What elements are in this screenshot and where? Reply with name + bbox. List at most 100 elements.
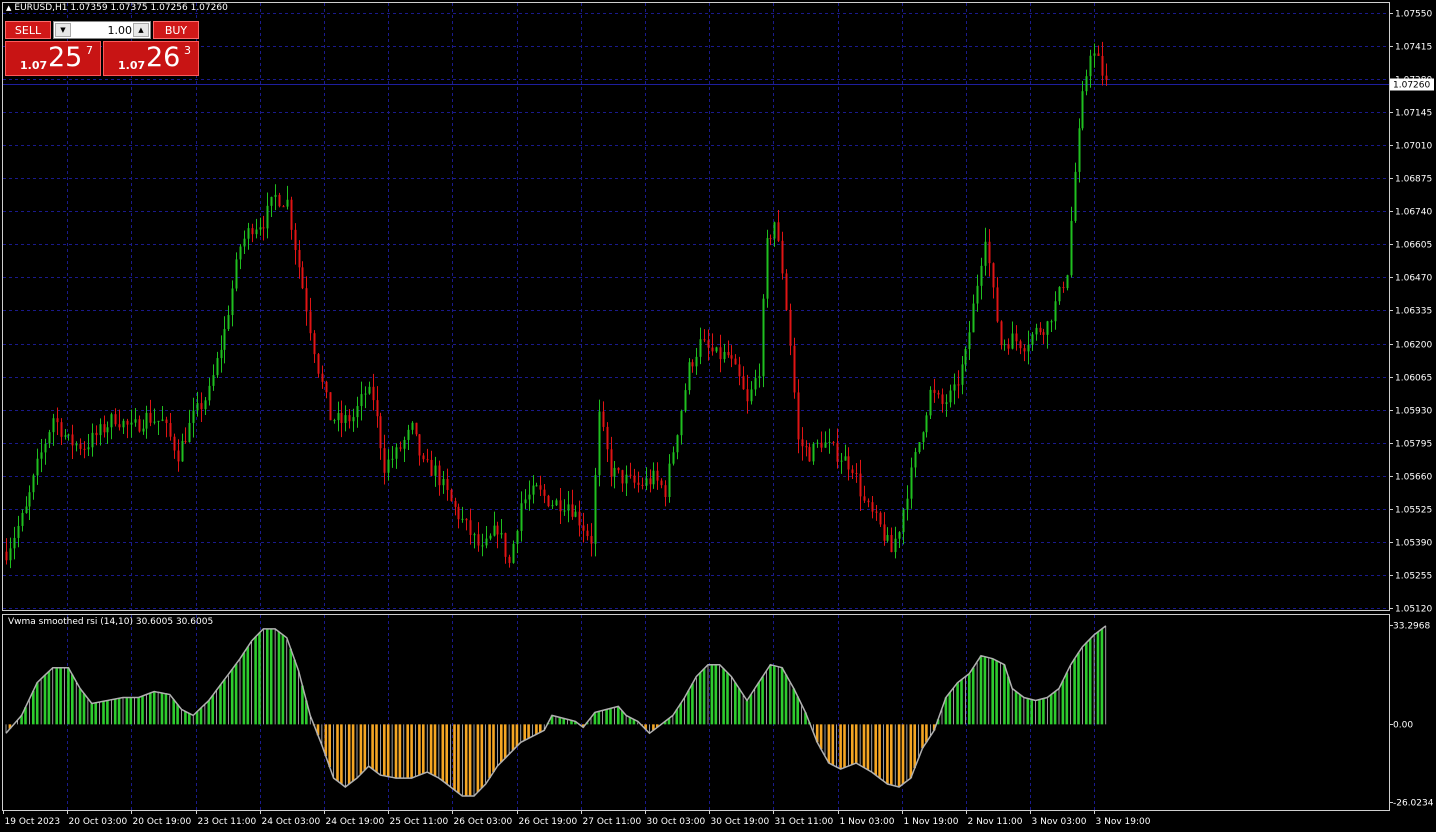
candle-body [114,414,117,425]
candle-body [898,532,901,539]
candle-body [309,311,312,334]
candle-body [465,518,468,521]
candle-body [461,518,464,520]
indicator-title: Vwma smoothed rsi (14,10) 30.6005 30.600… [8,617,214,627]
candle-body [727,351,730,356]
candle-body [1003,344,1006,346]
buy-button[interactable]: BUY [153,21,199,39]
candle-body [220,349,223,359]
candle-body [1027,344,1030,352]
candle-body [266,205,269,229]
candle-body [574,511,577,517]
price-axis-label: 1.05930 [1395,407,1432,417]
lot-size-input[interactable] [72,23,132,37]
candle-body [262,227,265,229]
candle-body [699,339,702,357]
time-axis-label: 24 Oct 03:00 [262,817,321,827]
candle-body [918,442,921,452]
candle-body [769,238,772,240]
candle-body [801,439,804,447]
candle-body [1054,301,1057,322]
candle-body [645,478,648,486]
candle-body [929,389,932,416]
candle-body [742,376,745,390]
candle-body [75,443,78,446]
time-axis-label: 27 Oct 11:00 [583,817,642,827]
price-axis-label: 1.07145 [1395,109,1432,119]
candle-body [379,416,382,449]
candle-body [1000,321,1003,346]
candle-body [149,412,152,423]
candle-body [489,535,492,539]
candle-body [797,392,800,440]
candle-body [1042,332,1045,335]
candle-body [313,333,316,355]
candle-body [79,443,82,449]
time-axis-label: 31 Oct 11:00 [775,817,834,827]
candle-body [255,229,258,235]
price-axis-label: 1.05120 [1395,605,1432,615]
candle-body [153,421,156,423]
candle-body [711,347,714,352]
candle-body [1046,321,1049,335]
time-axis-label: 30 Oct 19:00 [711,817,770,827]
candle-body [64,435,67,437]
lot-size-stepper: ▼ ▲ [53,21,151,39]
candle-body [871,502,874,512]
candle-body [372,386,375,401]
chevron-up-icon[interactable]: ▲ [133,23,149,37]
candle-body [953,384,956,391]
candle-body [1101,55,1104,76]
buy-price-box[interactable]: 1.07 26 3 [103,41,199,76]
candle-body [216,358,219,376]
candle-body [1089,55,1092,77]
candle-body [996,287,999,322]
candle-body [762,298,765,377]
price-axis-label: 1.06740 [1395,208,1432,218]
candle-body [13,537,16,549]
candle-body [106,427,109,433]
candle-body [629,474,632,476]
candle-body [403,439,406,449]
candle-body [672,452,675,464]
candle-body [758,376,761,379]
candle-body [602,411,605,427]
time-axis-label: 2 Nov 11:00 [968,817,1023,827]
candle-body [1011,333,1014,349]
candle-body [746,389,749,402]
candle-body [535,485,538,487]
candle-body [305,288,308,312]
candle-body [773,222,776,239]
triangle-up-icon[interactable]: ▲ [6,4,11,12]
candle-body [512,543,515,563]
price-axis-label: 1.05660 [1395,473,1432,483]
candle-body [60,422,63,437]
price-axis-label: 1.05795 [1395,440,1432,450]
candle-body [438,465,441,486]
chevron-down-icon[interactable]: ▼ [55,23,71,37]
candle-body [980,265,983,286]
candle-body [844,456,847,461]
sell-price-box[interactable]: 1.07 25 7 [5,41,101,76]
candle-body [169,423,172,437]
candle-body [1007,344,1010,349]
candle-body [992,263,995,288]
candle-body [957,384,960,386]
candle-body [399,447,402,449]
candle-body [430,459,433,476]
candle-body [457,506,460,520]
candle-body [333,420,336,422]
sell-button[interactable]: SELL [5,21,51,39]
candle-body [67,434,70,436]
price-chart[interactable]: 1.075501.074151.072801.071451.070101.068… [0,0,1436,832]
candle-body [945,402,948,404]
candle-body [290,199,293,230]
candle-body [520,503,523,531]
candle-body [703,339,706,341]
candle-body [964,349,967,365]
price-axis-label: 1.05390 [1395,539,1432,549]
candle-body [972,303,975,333]
candle-body [656,470,659,481]
time-axis-label: 24 Oct 19:00 [326,817,385,827]
candle-body [485,538,488,546]
